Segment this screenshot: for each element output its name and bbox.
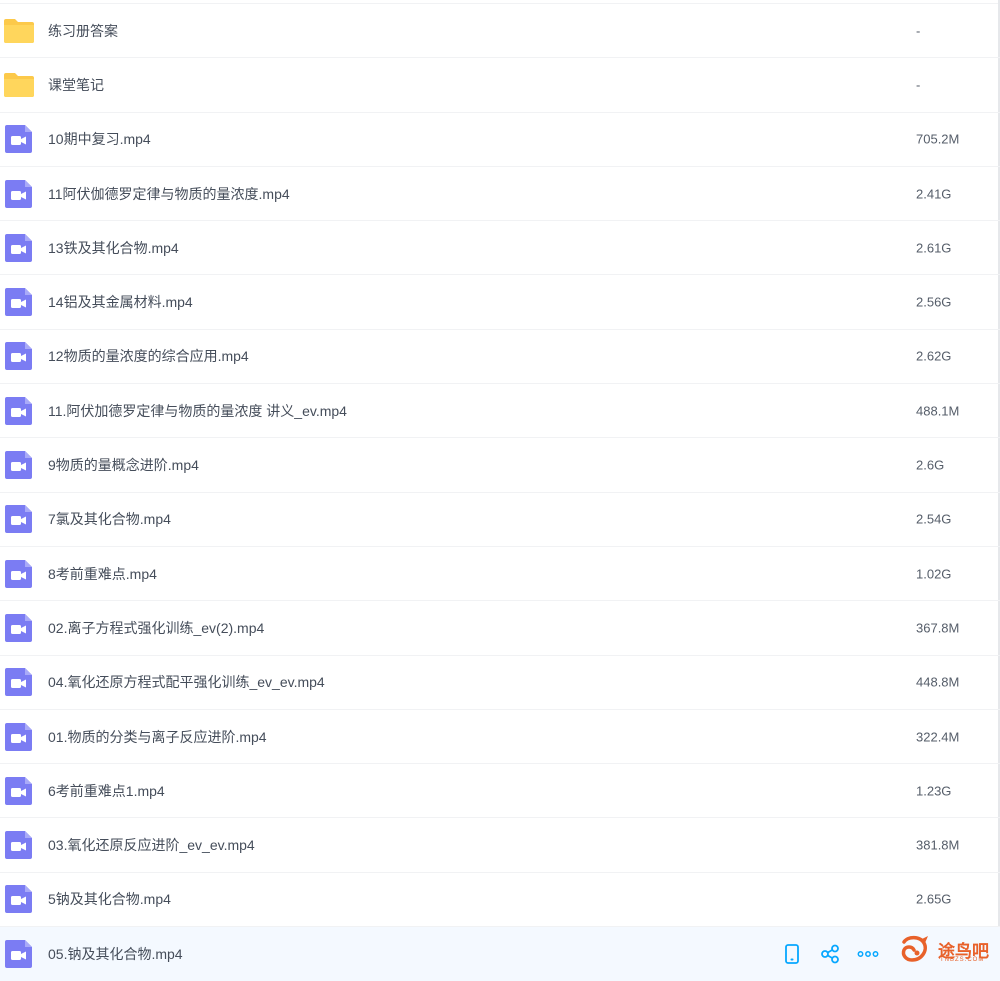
video-file-icon xyxy=(3,559,35,589)
file-row[interactable]: 03.氧化还原反应进阶_ev_ev.mp4 381.8M xyxy=(0,818,1000,873)
file-size: 488.1M xyxy=(916,403,960,419)
video-file-icon xyxy=(3,722,35,752)
watermark-subtext: TNBZS.COM xyxy=(940,957,985,963)
file-name[interactable]: 7氯及其化合物.mp4 xyxy=(48,509,171,529)
video-file-icon xyxy=(3,179,35,209)
file-name[interactable]: 6考前重难点1.mp4 xyxy=(48,781,165,801)
file-row[interactable]: 05.钠及其化合物.mp4 xyxy=(0,927,1000,981)
file-row[interactable]: 6考前重难点1.mp4 1.23G xyxy=(0,764,1000,819)
file-list: 练习册答案 - 课堂笔记 - 10期中复习.mp4 705.2M 11阿伏伽德罗定律与物质的… xyxy=(0,4,1000,981)
file-name[interactable]: 8考前重难点.mp4 xyxy=(48,564,157,584)
video-file-icon xyxy=(3,233,35,263)
file-row[interactable]: 11.阿伏加德罗定律与物质的量浓度 讲义_ev.mp4 488.1M xyxy=(0,384,1000,439)
watermark-logo: 途鸟吧 TNBZS.COM xyxy=(898,934,998,968)
phone-icon[interactable] xyxy=(780,942,804,966)
file-name[interactable]: 练习册答案 xyxy=(48,21,118,41)
file-size: - xyxy=(916,23,921,39)
video-file-icon xyxy=(3,504,35,534)
video-file-icon xyxy=(3,830,35,860)
file-name[interactable]: 11.阿伏加德罗定律与物质的量浓度 讲义_ev.mp4 xyxy=(48,401,347,421)
file-row[interactable]: 11阿伏伽德罗定律与物质的量浓度.mp4 2.41G xyxy=(0,167,1000,222)
file-name[interactable]: 10期中复习.mp4 xyxy=(48,129,151,149)
file-row[interactable]: 12物质的量浓度的综合应用.mp4 2.62G xyxy=(0,330,1000,385)
file-size: 705.2M xyxy=(916,131,960,147)
file-size: 367.8M xyxy=(916,620,960,636)
file-size: 2.65G xyxy=(916,891,952,907)
file-name[interactable]: 03.氧化还原反应进阶_ev_ev.mp4 xyxy=(48,835,255,855)
file-name[interactable]: 01.物质的分类与离子反应进阶.mp4 xyxy=(48,727,267,747)
file-name[interactable]: 11阿伏伽德罗定律与物质的量浓度.mp4 xyxy=(48,184,290,204)
file-row[interactable]: 8考前重难点.mp4 1.02G xyxy=(0,547,1000,602)
watermark-bird-icon xyxy=(901,935,928,962)
file-size: 2.54G xyxy=(916,511,952,527)
file-row[interactable]: 13铁及其化合物.mp4 2.61G xyxy=(0,221,1000,276)
file-row[interactable]: 04.氧化还原方程式配平强化训练_ev_ev.mp4 448.8M xyxy=(0,656,1000,710)
folder-icon xyxy=(3,16,35,46)
folder-row[interactable]: 练习册答案 - xyxy=(0,4,1000,59)
file-row[interactable]: 14铝及其金属材料.mp4 2.56G xyxy=(0,275,1000,330)
file-name[interactable]: 02.离子方程式强化训练_ev(2).mp4 xyxy=(48,618,264,638)
video-file-icon xyxy=(3,667,35,697)
video-file-icon xyxy=(3,450,35,480)
file-size: 1.02G xyxy=(916,566,952,582)
file-name[interactable]: 04.氧化还原方程式配平强化训练_ev_ev.mp4 xyxy=(48,672,325,692)
file-size: - xyxy=(916,77,921,93)
share-icon[interactable] xyxy=(818,942,842,966)
file-name[interactable]: 05.钠及其化合物.mp4 xyxy=(48,944,183,964)
file-row[interactable]: 02.离子方程式强化训练_ev(2).mp4 367.8M xyxy=(0,601,1000,656)
file-row[interactable]: 9物质的量概念进阶.mp4 2.6G xyxy=(0,438,1000,493)
file-name[interactable]: 9物质的量概念进阶.mp4 xyxy=(48,455,199,475)
file-size: 322.4M xyxy=(916,729,960,744)
file-row[interactable]: 01.物质的分类与离子反应进阶.mp4 322.4M xyxy=(0,710,1000,765)
video-file-icon xyxy=(3,396,35,426)
file-size: 2.41G xyxy=(916,186,952,202)
file-row[interactable]: 10期中复习.mp4 705.2M xyxy=(0,113,1000,167)
file-name[interactable]: 12物质的量浓度的综合应用.mp4 xyxy=(48,346,249,366)
file-size: 381.8M xyxy=(916,837,960,853)
file-size: 448.8M xyxy=(916,674,960,690)
video-file-icon xyxy=(3,776,35,806)
row-hover-actions xyxy=(780,942,880,966)
file-name[interactable]: 13铁及其化合物.mp4 xyxy=(48,238,179,258)
file-name[interactable]: 5钠及其化合物.mp4 xyxy=(48,889,171,909)
file-size: 2.62G xyxy=(916,348,952,364)
video-file-icon xyxy=(3,287,35,317)
file-row[interactable]: 7氯及其化合物.mp4 2.54G xyxy=(0,493,1000,547)
file-name[interactable]: 课堂笔记 xyxy=(48,75,104,95)
video-file-icon xyxy=(3,124,35,154)
more-icon[interactable] xyxy=(856,942,880,966)
file-size: 2.6G xyxy=(916,457,945,473)
video-file-icon xyxy=(3,341,35,371)
video-file-icon xyxy=(3,939,35,969)
file-size: 2.61G xyxy=(916,240,952,256)
video-file-icon xyxy=(3,884,35,914)
file-size: 2.56G xyxy=(916,294,952,310)
file-name[interactable]: 14铝及其金属材料.mp4 xyxy=(48,292,193,312)
folder-icon xyxy=(3,70,35,100)
file-size: 1.23G xyxy=(916,783,952,799)
folder-row[interactable]: 课堂笔记 - xyxy=(0,58,1000,113)
file-row[interactable]: 5钠及其化合物.mp4 2.65G xyxy=(0,873,1000,928)
video-file-icon xyxy=(3,613,35,643)
